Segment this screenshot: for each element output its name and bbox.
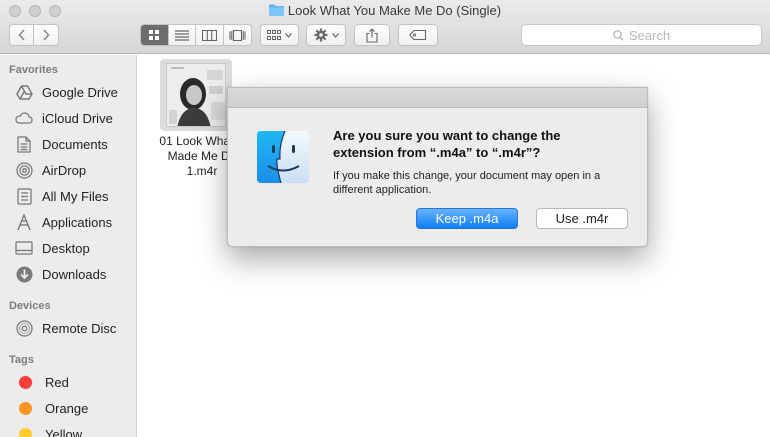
sidebar-item-desktop[interactable]: Desktop: [14, 237, 90, 259]
sidebar-item-documents[interactable]: Documents: [14, 133, 108, 155]
arrange-grid-icon: [267, 29, 281, 40]
sidebar-item-label: Orange: [45, 400, 89, 416]
sidebar-item-label: All My Files: [42, 188, 109, 204]
sidebar-item-applications[interactable]: Applications: [14, 211, 112, 233]
change-extension-dialog: Are you sure you want to change the exte…: [227, 87, 648, 247]
columns-icon: [201, 29, 217, 41]
list-icon: [174, 29, 189, 41]
share-icon: [366, 27, 378, 43]
gear-icon: [314, 28, 327, 42]
search-field[interactable]: Search: [521, 24, 762, 46]
view-mode-control: [140, 24, 252, 46]
chevron-right-icon: [43, 29, 50, 41]
search-icon: [613, 29, 624, 41]
favorites-section-title: Favorites: [9, 64, 58, 76]
sidebar-item-airdrop[interactable]: AirDrop: [14, 159, 86, 181]
finder-window: Look What You Make Me Do (Single) Search…: [0, 0, 770, 437]
sidebar-item-remote-disc[interactable]: Remote Disc: [14, 317, 116, 339]
downloads-icon: [14, 265, 34, 283]
tag-color-dot: [19, 427, 32, 437]
sidebar-item-label: Red: [45, 374, 69, 390]
sidebar: Favorites Google Drive iCloud Drive Docu…: [0, 55, 137, 437]
album-art-thumbnail: [166, 63, 226, 127]
sidebar-item-label: Downloads: [42, 266, 107, 282]
applications-icon: [14, 213, 34, 231]
search-placeholder: Search: [628, 27, 671, 43]
sidebar-item-tag-yellow[interactable]: Yellow: [14, 423, 82, 437]
list-view-button[interactable]: [169, 25, 196, 45]
back-button[interactable]: [10, 25, 35, 45]
dialog-message: If you make this change, your document m…: [333, 169, 633, 197]
icon-view-button[interactable]: [141, 25, 169, 45]
toolbar: Look What You Make Me Do (Single) Search: [0, 0, 770, 54]
finder-icon: [257, 131, 309, 183]
dialog-title-line: Are you sure you want to change the: [333, 128, 561, 143]
sidebar-item-icloud-drive[interactable]: iCloud Drive: [14, 107, 113, 129]
share-button[interactable]: [354, 24, 390, 46]
tag-icon: [409, 30, 427, 40]
dialog-message-line: If you make this change, your document m…: [333, 170, 601, 182]
chevron-down-icon: [331, 32, 339, 38]
devices-section-title: Devices: [9, 300, 51, 312]
cloud-icon: [14, 109, 34, 127]
sidebar-item-downloads[interactable]: Downloads: [14, 263, 106, 285]
window-title: Look What You Make Me Do (Single): [0, 3, 770, 18]
cover-flow-view-button[interactable]: [224, 25, 251, 45]
sidebar-item-label: Google Drive: [42, 84, 118, 100]
sidebar-item-google-drive[interactable]: Google Drive: [14, 81, 118, 103]
sidebar-item-label: Remote Disc: [42, 320, 117, 336]
window-title-text: Look What You Make Me Do (Single): [287, 3, 502, 18]
nav-buttons: [9, 24, 59, 46]
folder-icon: [268, 4, 284, 16]
dialog-message-line: different application.: [333, 184, 432, 196]
keep-extension-button[interactable]: Keep .m4a: [416, 208, 518, 229]
chevron-left-icon: [17, 29, 25, 41]
dialog-titlebar: [228, 88, 647, 108]
tags-section-title: Tags: [9, 354, 34, 366]
edit-tags-button[interactable]: [398, 24, 438, 46]
dialog-title-line: extension from “.m4a” to “.m4r”?: [333, 145, 541, 160]
sidebar-item-label: Documents: [42, 136, 108, 152]
use-new-extension-button[interactable]: Use .m4r: [536, 208, 628, 229]
sidebar-item-label: Desktop: [42, 240, 90, 256]
column-view-button[interactable]: [196, 25, 224, 45]
cover-flow-icon: [229, 29, 246, 41]
action-button[interactable]: [306, 24, 346, 46]
sidebar-item-tag-orange[interactable]: Orange: [14, 397, 88, 419]
files-icon: [14, 187, 34, 205]
sidebar-item-label: Applications: [42, 214, 113, 230]
file-thumbnail-selection: [160, 59, 232, 131]
document-icon: [14, 135, 34, 153]
sidebar-item-label: AirDrop: [42, 162, 87, 178]
sidebar-item-all-my-files[interactable]: All My Files: [14, 185, 108, 207]
tag-color-dot: [19, 375, 32, 389]
dialog-title: Are you sure you want to change the exte…: [333, 127, 633, 161]
airdrop-icon: [14, 161, 34, 179]
google-drive-icon: [14, 83, 34, 101]
chevron-down-icon: [285, 32, 292, 38]
disc-icon: [14, 319, 34, 337]
sidebar-item-label: iCloud Drive: [42, 110, 113, 126]
sidebar-item-label: Yellow: [45, 426, 83, 437]
tag-color-dot: [19, 401, 32, 415]
desktop-icon: [14, 239, 34, 257]
arrange-button[interactable]: [260, 24, 299, 46]
forward-button[interactable]: [34, 25, 58, 45]
grid-icon: [149, 30, 160, 40]
sidebar-item-tag-red[interactable]: Red: [14, 371, 69, 393]
